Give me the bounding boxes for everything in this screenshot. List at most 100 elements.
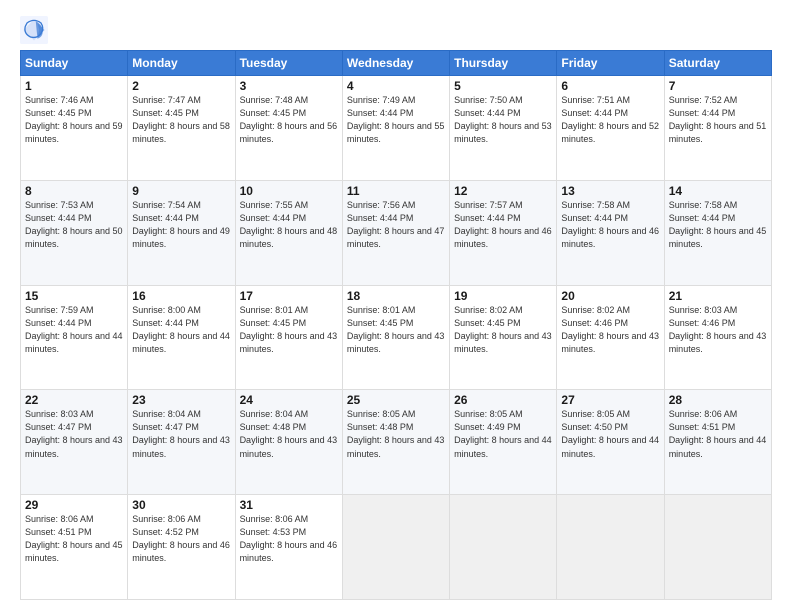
day-number: 14 xyxy=(669,184,767,198)
day-number: 3 xyxy=(240,79,338,93)
calendar-cell: 25Sunrise: 8:05 AMSunset: 4:48 PMDayligh… xyxy=(342,390,449,495)
day-info: Sunrise: 8:03 AMSunset: 4:46 PMDaylight:… xyxy=(669,304,767,356)
calendar-cell: 16Sunrise: 8:00 AMSunset: 4:44 PMDayligh… xyxy=(128,285,235,390)
day-info: Sunrise: 8:06 AMSunset: 4:53 PMDaylight:… xyxy=(240,513,338,565)
day-info: Sunrise: 7:46 AMSunset: 4:45 PMDaylight:… xyxy=(25,94,123,146)
calendar-cell: 24Sunrise: 8:04 AMSunset: 4:48 PMDayligh… xyxy=(235,390,342,495)
day-number: 18 xyxy=(347,289,445,303)
calendar-cell: 6Sunrise: 7:51 AMSunset: 4:44 PMDaylight… xyxy=(557,76,664,181)
calendar-week-5: 29Sunrise: 8:06 AMSunset: 4:51 PMDayligh… xyxy=(21,495,772,600)
header xyxy=(20,16,772,44)
day-info: Sunrise: 8:06 AMSunset: 4:51 PMDaylight:… xyxy=(669,408,767,460)
calendar-cell: 14Sunrise: 7:58 AMSunset: 4:44 PMDayligh… xyxy=(664,180,771,285)
day-info: Sunrise: 7:55 AMSunset: 4:44 PMDaylight:… xyxy=(240,199,338,251)
day-info: Sunrise: 7:56 AMSunset: 4:44 PMDaylight:… xyxy=(347,199,445,251)
day-info: Sunrise: 8:02 AMSunset: 4:45 PMDaylight:… xyxy=(454,304,552,356)
col-thursday: Thursday xyxy=(450,51,557,76)
day-number: 24 xyxy=(240,393,338,407)
calendar-cell: 13Sunrise: 7:58 AMSunset: 4:44 PMDayligh… xyxy=(557,180,664,285)
day-info: Sunrise: 7:47 AMSunset: 4:45 PMDaylight:… xyxy=(132,94,230,146)
day-number: 15 xyxy=(25,289,123,303)
day-number: 4 xyxy=(347,79,445,93)
col-wednesday: Wednesday xyxy=(342,51,449,76)
day-info: Sunrise: 7:58 AMSunset: 4:44 PMDaylight:… xyxy=(669,199,767,251)
day-number: 9 xyxy=(132,184,230,198)
day-info: Sunrise: 7:50 AMSunset: 4:44 PMDaylight:… xyxy=(454,94,552,146)
day-number: 31 xyxy=(240,498,338,512)
calendar-cell: 31Sunrise: 8:06 AMSunset: 4:53 PMDayligh… xyxy=(235,495,342,600)
calendar-cell: 17Sunrise: 8:01 AMSunset: 4:45 PMDayligh… xyxy=(235,285,342,390)
day-number: 22 xyxy=(25,393,123,407)
day-number: 20 xyxy=(561,289,659,303)
calendar-cell: 19Sunrise: 8:02 AMSunset: 4:45 PMDayligh… xyxy=(450,285,557,390)
calendar-cell xyxy=(342,495,449,600)
day-info: Sunrise: 7:52 AMSunset: 4:44 PMDaylight:… xyxy=(669,94,767,146)
day-info: Sunrise: 8:06 AMSunset: 4:52 PMDaylight:… xyxy=(132,513,230,565)
day-number: 10 xyxy=(240,184,338,198)
calendar-week-3: 15Sunrise: 7:59 AMSunset: 4:44 PMDayligh… xyxy=(21,285,772,390)
calendar-cell: 23Sunrise: 8:04 AMSunset: 4:47 PMDayligh… xyxy=(128,390,235,495)
calendar-cell: 2Sunrise: 7:47 AMSunset: 4:45 PMDaylight… xyxy=(128,76,235,181)
calendar-cell: 27Sunrise: 8:05 AMSunset: 4:50 PMDayligh… xyxy=(557,390,664,495)
calendar-cell: 7Sunrise: 7:52 AMSunset: 4:44 PMDaylight… xyxy=(664,76,771,181)
day-info: Sunrise: 8:06 AMSunset: 4:51 PMDaylight:… xyxy=(25,513,123,565)
col-friday: Friday xyxy=(557,51,664,76)
calendar-week-1: 1Sunrise: 7:46 AMSunset: 4:45 PMDaylight… xyxy=(21,76,772,181)
col-monday: Monday xyxy=(128,51,235,76)
day-number: 17 xyxy=(240,289,338,303)
calendar-cell: 20Sunrise: 8:02 AMSunset: 4:46 PMDayligh… xyxy=(557,285,664,390)
day-number: 5 xyxy=(454,79,552,93)
day-info: Sunrise: 8:01 AMSunset: 4:45 PMDaylight:… xyxy=(240,304,338,356)
day-number: 27 xyxy=(561,393,659,407)
calendar-cell: 28Sunrise: 8:06 AMSunset: 4:51 PMDayligh… xyxy=(664,390,771,495)
calendar-week-2: 8Sunrise: 7:53 AMSunset: 4:44 PMDaylight… xyxy=(21,180,772,285)
day-number: 19 xyxy=(454,289,552,303)
day-number: 12 xyxy=(454,184,552,198)
col-saturday: Saturday xyxy=(664,51,771,76)
day-info: Sunrise: 7:48 AMSunset: 4:45 PMDaylight:… xyxy=(240,94,338,146)
logo-icon xyxy=(20,16,48,44)
day-number: 28 xyxy=(669,393,767,407)
col-sunday: Sunday xyxy=(21,51,128,76)
day-info: Sunrise: 8:05 AMSunset: 4:48 PMDaylight:… xyxy=(347,408,445,460)
calendar-cell: 10Sunrise: 7:55 AMSunset: 4:44 PMDayligh… xyxy=(235,180,342,285)
day-info: Sunrise: 7:58 AMSunset: 4:44 PMDaylight:… xyxy=(561,199,659,251)
day-number: 2 xyxy=(132,79,230,93)
calendar-week-4: 22Sunrise: 8:03 AMSunset: 4:47 PMDayligh… xyxy=(21,390,772,495)
calendar-cell: 1Sunrise: 7:46 AMSunset: 4:45 PMDaylight… xyxy=(21,76,128,181)
day-number: 6 xyxy=(561,79,659,93)
day-number: 11 xyxy=(347,184,445,198)
day-number: 25 xyxy=(347,393,445,407)
day-info: Sunrise: 8:01 AMSunset: 4:45 PMDaylight:… xyxy=(347,304,445,356)
day-number: 7 xyxy=(669,79,767,93)
calendar-cell: 12Sunrise: 7:57 AMSunset: 4:44 PMDayligh… xyxy=(450,180,557,285)
day-number: 30 xyxy=(132,498,230,512)
day-number: 23 xyxy=(132,393,230,407)
day-number: 8 xyxy=(25,184,123,198)
day-info: Sunrise: 8:00 AMSunset: 4:44 PMDaylight:… xyxy=(132,304,230,356)
day-info: Sunrise: 7:57 AMSunset: 4:44 PMDaylight:… xyxy=(454,199,552,251)
day-number: 13 xyxy=(561,184,659,198)
calendar-cell: 29Sunrise: 8:06 AMSunset: 4:51 PMDayligh… xyxy=(21,495,128,600)
day-number: 29 xyxy=(25,498,123,512)
calendar-cell xyxy=(557,495,664,600)
day-number: 21 xyxy=(669,289,767,303)
day-info: Sunrise: 8:04 AMSunset: 4:48 PMDaylight:… xyxy=(240,408,338,460)
calendar-cell xyxy=(664,495,771,600)
logo xyxy=(20,16,52,44)
day-info: Sunrise: 8:02 AMSunset: 4:46 PMDaylight:… xyxy=(561,304,659,356)
calendar-cell: 8Sunrise: 7:53 AMSunset: 4:44 PMDaylight… xyxy=(21,180,128,285)
calendar-table: Sunday Monday Tuesday Wednesday Thursday… xyxy=(20,50,772,600)
day-info: Sunrise: 7:59 AMSunset: 4:44 PMDaylight:… xyxy=(25,304,123,356)
calendar-cell xyxy=(450,495,557,600)
day-info: Sunrise: 7:51 AMSunset: 4:44 PMDaylight:… xyxy=(561,94,659,146)
day-info: Sunrise: 8:04 AMSunset: 4:47 PMDaylight:… xyxy=(132,408,230,460)
day-number: 26 xyxy=(454,393,552,407)
calendar-cell: 11Sunrise: 7:56 AMSunset: 4:44 PMDayligh… xyxy=(342,180,449,285)
calendar-header-row: Sunday Monday Tuesday Wednesday Thursday… xyxy=(21,51,772,76)
day-number: 1 xyxy=(25,79,123,93)
page: Sunday Monday Tuesday Wednesday Thursday… xyxy=(0,0,792,612)
day-info: Sunrise: 8:05 AMSunset: 4:50 PMDaylight:… xyxy=(561,408,659,460)
calendar-cell: 9Sunrise: 7:54 AMSunset: 4:44 PMDaylight… xyxy=(128,180,235,285)
day-info: Sunrise: 8:03 AMSunset: 4:47 PMDaylight:… xyxy=(25,408,123,460)
